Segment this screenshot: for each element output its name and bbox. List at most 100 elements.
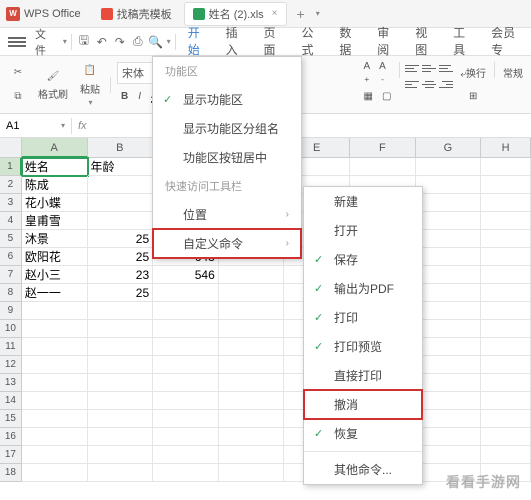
cell[interactable] xyxy=(416,320,482,338)
chevron-down-icon[interactable]: ▾ xyxy=(61,121,65,130)
row-header[interactable]: 17 xyxy=(0,446,22,464)
cell[interactable] xyxy=(88,338,154,356)
cell[interactable] xyxy=(22,446,88,464)
cell[interactable] xyxy=(88,212,154,230)
cell[interactable] xyxy=(481,158,531,176)
cell[interactable] xyxy=(22,356,88,374)
cell[interactable] xyxy=(88,392,154,410)
menu-item-center-buttons[interactable]: 功能区按钮居中 xyxy=(153,143,301,172)
cell[interactable] xyxy=(88,302,154,320)
menu-item-position[interactable]: 位置› xyxy=(153,200,301,229)
cell[interactable]: 赵一一 xyxy=(22,284,88,302)
cell[interactable] xyxy=(481,446,531,464)
cell[interactable]: 陈成 xyxy=(22,176,88,194)
align-left-icon[interactable] xyxy=(404,78,420,92)
row-header[interactable]: 7 xyxy=(0,266,22,284)
menu-item-other-commands[interactable]: 其他命令... xyxy=(304,455,422,484)
cell[interactable]: 赵小三 xyxy=(22,266,88,284)
menu-item-new[interactable]: 新建 xyxy=(304,187,422,216)
select-all-corner[interactable] xyxy=(0,138,22,158)
row-header[interactable]: 1 xyxy=(0,158,22,176)
cell[interactable] xyxy=(153,338,219,356)
cell[interactable] xyxy=(219,320,285,338)
fill-color-button[interactable]: ▦ xyxy=(359,86,376,108)
cell[interactable] xyxy=(481,248,531,266)
cell[interactable] xyxy=(88,320,154,338)
cell[interactable] xyxy=(153,428,219,446)
cell[interactable] xyxy=(88,176,154,194)
cell[interactable]: 姓名 xyxy=(22,158,88,176)
row-header[interactable]: 2 xyxy=(0,176,22,194)
row-header[interactable]: 13 xyxy=(0,374,22,392)
col-header-g[interactable]: G xyxy=(416,138,482,158)
menu-item-export-pdf[interactable]: ✓输出为PDF xyxy=(304,274,422,303)
row-header[interactable]: 10 xyxy=(0,320,22,338)
cell[interactable] xyxy=(219,464,285,482)
cell[interactable] xyxy=(350,158,416,176)
cell[interactable] xyxy=(88,428,154,446)
file-menu[interactable]: 文件 xyxy=(32,24,60,60)
col-header-a[interactable]: A xyxy=(22,138,88,158)
name-box[interactable]: A1 ▾ xyxy=(0,118,72,134)
format-painter-button[interactable]: 🖌 格式刷 xyxy=(34,61,72,109)
cell[interactable] xyxy=(219,284,285,302)
cell[interactable] xyxy=(88,410,154,428)
border-button[interactable]: ▢ xyxy=(378,86,395,108)
cell[interactable] xyxy=(22,302,88,320)
row-header[interactable]: 5 xyxy=(0,230,22,248)
row-header[interactable]: 3 xyxy=(0,194,22,212)
cell[interactable] xyxy=(22,392,88,410)
cell[interactable] xyxy=(416,392,482,410)
cell[interactable] xyxy=(416,158,482,176)
cell[interactable] xyxy=(481,302,531,320)
menu-item-direct-print[interactable]: 直接打印 xyxy=(304,361,422,390)
font-size-dec[interactable]: A- xyxy=(375,62,390,84)
italic-button[interactable]: I xyxy=(134,86,145,108)
merge-button[interactable]: ⊞ xyxy=(456,86,490,108)
menu-item-redo[interactable]: ✓恢复 xyxy=(304,419,422,448)
cell[interactable] xyxy=(88,374,154,392)
cell[interactable] xyxy=(416,212,482,230)
cell[interactable] xyxy=(481,392,531,410)
cell[interactable] xyxy=(416,374,482,392)
align-mid-icon[interactable] xyxy=(421,62,437,76)
cell[interactable] xyxy=(481,410,531,428)
print-icon[interactable]: ⎙ xyxy=(130,34,146,50)
paste-button[interactable]: 📋 粘贴▾ xyxy=(76,61,104,109)
menu-item-custom-commands[interactable]: 自定义命令› xyxy=(153,229,301,258)
menu-item-undo[interactable]: 撤消 xyxy=(304,390,422,419)
cell[interactable] xyxy=(416,410,482,428)
cell[interactable] xyxy=(416,446,482,464)
cell[interactable] xyxy=(22,464,88,482)
font-family-select[interactable]: 宋体 xyxy=(117,62,155,84)
cell[interactable]: 皇甫雪 xyxy=(22,212,88,230)
row-header[interactable]: 4 xyxy=(0,212,22,230)
preview-icon[interactable]: 🔍 xyxy=(148,34,164,50)
menu-item-open[interactable]: 打开 xyxy=(304,216,422,245)
copy-button[interactable]: ⧉ xyxy=(6,86,30,108)
cell[interactable] xyxy=(416,284,482,302)
cell[interactable]: 25 xyxy=(88,284,154,302)
cell[interactable] xyxy=(219,392,285,410)
cell[interactable] xyxy=(88,194,154,212)
wrap-button[interactable]: ⤶换行 xyxy=(456,62,490,84)
align-top-icon[interactable] xyxy=(404,62,420,76)
row-header[interactable]: 18 xyxy=(0,464,22,482)
cell[interactable] xyxy=(22,338,88,356)
cell[interactable] xyxy=(416,230,482,248)
cell[interactable] xyxy=(481,212,531,230)
align-bot-icon[interactable] xyxy=(438,62,454,76)
cell[interactable] xyxy=(22,410,88,428)
cell[interactable] xyxy=(219,428,285,446)
redo-icon[interactable]: ↷ xyxy=(112,34,128,50)
cell[interactable] xyxy=(219,302,285,320)
cell[interactable] xyxy=(481,374,531,392)
cell[interactable] xyxy=(88,446,154,464)
close-icon[interactable]: × xyxy=(272,8,278,19)
row-header[interactable]: 12 xyxy=(0,356,22,374)
cell[interactable] xyxy=(481,194,531,212)
cell[interactable] xyxy=(481,356,531,374)
cell[interactable] xyxy=(153,392,219,410)
cell[interactable] xyxy=(22,428,88,446)
cell[interactable] xyxy=(416,266,482,284)
